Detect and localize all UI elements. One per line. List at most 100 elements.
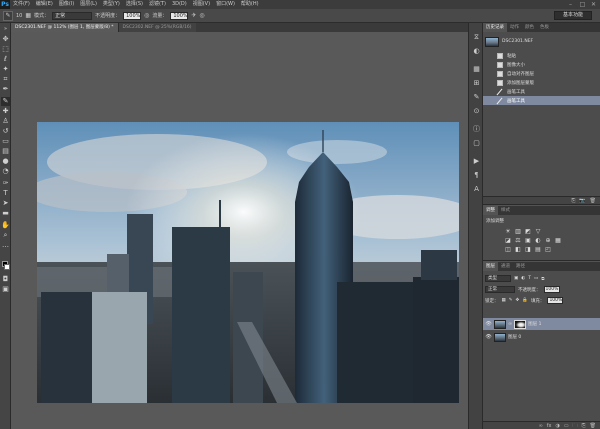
tab-history[interactable]: 历史记录 [483,23,507,32]
vibrance-icon[interactable]: ▽ [535,228,541,235]
pen-tool-icon[interactable]: ✑ [1,179,10,188]
menu-layer[interactable]: 图层(L) [77,0,100,9]
swatches-panel-icon[interactable]: ▦ [472,65,481,74]
brush-size-value[interactable]: 10 [16,13,22,19]
hand-tool-icon[interactable]: ✋ [1,221,10,230]
type-tool-icon[interactable]: T [1,189,10,198]
healing-tool-icon[interactable]: ✚ [1,107,10,116]
history-item-selected[interactable]: 画笔工具 [483,96,600,105]
document-tab-active[interactable]: DSC2301.NEF @ 112% (图层 1, 图层蒙版/8) * [11,23,118,32]
info-panel-icon[interactable]: ⓘ [472,125,481,134]
menu-image[interactable]: 图像(I) [56,0,77,9]
history-snapshot[interactable]: DSC2301.NEF [485,34,598,49]
document-tab-inactive[interactable]: DSC2302.NEF @ 25%(RGB/16) [117,23,196,32]
shape-tool-icon[interactable]: ▬ [1,209,10,218]
brush-panel-icon[interactable]: ⊞ [472,79,481,88]
brush-preset-picker[interactable]: ✎ [3,10,13,21]
move-tool-icon[interactable]: ✥ [1,35,10,44]
invert-icon[interactable]: ◫ [505,246,511,253]
history-item[interactable]: 图像大小 [483,60,600,69]
history-item[interactable]: 自动对齐图层 [483,69,600,78]
layer-filter-select[interactable]: 类型 [485,275,511,282]
layer-mask-thumbnail[interactable] [514,319,527,329]
flow-field[interactable]: 100% [170,11,189,20]
levels-icon[interactable]: ▥ [515,228,521,235]
delete-state-icon[interactable]: 🗑 [590,197,596,204]
marquee-tool-icon[interactable]: ⬚ [1,45,10,54]
posterize-icon[interactable]: ◧ [515,246,521,253]
lasso-tool-icon[interactable]: ℓ [1,55,10,64]
menu-select[interactable]: 选择(S) [123,0,146,9]
quick-select-tool-icon[interactable]: ✦ [1,65,10,74]
menu-file[interactable]: 文件(F) [10,0,33,9]
workspace-switcher[interactable]: 基本功能 [554,11,592,20]
layer-row[interactable]: 👁 图层 0 [483,331,600,343]
tab-swatches[interactable]: 色板 [537,23,552,32]
menu-filter[interactable]: 滤镜(T) [146,0,169,9]
add-mask-icon[interactable]: ◑ [556,422,560,429]
fill-field[interactable]: 100% [547,297,564,304]
filter-shape-icon[interactable]: ▭ [534,276,538,281]
document-image[interactable] [37,122,459,403]
pressure-size-icon[interactable]: ◎ [199,12,204,19]
layer-row-selected[interactable]: 👁 ∞ 图层 1 [483,318,600,330]
dodge-tool-icon[interactable]: ◔ [1,167,10,176]
new-document-from-state-icon[interactable]: ⎘ [571,197,575,204]
gradient-map-icon[interactable]: ▤ [535,246,541,253]
photo-filter-icon[interactable]: ◐ [535,237,541,244]
link-chain-icon[interactable]: ∞ [508,321,512,327]
new-layer-icon[interactable]: ⎘ [582,422,586,429]
toolbox-collapse-icon[interactable]: » [1,25,10,34]
crop-tool-icon[interactable]: ⌗ [1,75,10,84]
menu-3d[interactable]: 3D(D) [169,0,190,9]
background-color-swatch[interactable] [4,264,10,270]
blend-mode-select[interactable]: 正常 [485,286,515,293]
history-item[interactable]: 粘贴 [483,51,600,60]
filter-adjustment-icon[interactable]: ◐ [521,276,525,281]
path-select-tool-icon[interactable]: ➤ [1,199,10,208]
history-item[interactable]: 画笔工具 [483,87,600,96]
hue-saturation-icon[interactable]: ◪ [505,237,511,244]
blur-tool-icon[interactable]: ● [1,157,10,166]
zoom-tool-icon[interactable]: ⌕ [1,231,10,240]
tab-styles[interactable]: 样式 [498,206,513,215]
navigator-panel-icon[interactable]: ▢ [472,139,481,148]
eyedropper-tool-icon[interactable]: ✒ [1,85,10,94]
history-item[interactable]: 添加图层蒙版 [483,78,600,87]
clone-source-icon[interactable]: ⊙ [472,107,481,116]
menu-window[interactable]: 窗口(W) [213,0,238,9]
menu-help[interactable]: 帮助(H) [238,0,262,9]
gradient-tool-icon[interactable]: ▤ [1,147,10,156]
brush-tool-icon[interactable]: ✎ [1,97,10,106]
pressure-opacity-icon[interactable]: ◎ [144,12,149,19]
paragraph-panel-icon[interactable]: ¶ [472,171,481,180]
airbrush-icon[interactable]: ✈ [191,12,196,19]
lock-position-icon[interactable]: ✥ [516,298,520,303]
screen-mode-icon[interactable]: ▣ [1,285,10,294]
close-button[interactable]: ✕ [588,0,599,9]
character-panel-icon[interactable]: A [472,185,481,194]
visibility-eye-icon[interactable]: 👁 [485,321,492,327]
mode-select[interactable]: 正常 [52,11,93,20]
menu-edit[interactable]: 编辑(E) [33,0,56,9]
tab-color[interactable]: 颜色 [522,23,537,32]
quick-mask-icon[interactable]: ◘ [1,275,10,284]
tab-channels[interactable]: 通道 [498,262,513,271]
visibility-eye-icon[interactable]: 👁 [485,334,492,340]
tab-layers[interactable]: 图层 [483,262,498,271]
history-brush-icon[interactable]: ↺ [1,127,10,136]
brightness-contrast-icon[interactable]: ☀ [505,228,511,235]
filter-smart-icon[interactable]: ⧉ [541,276,544,282]
filter-pixel-icon[interactable]: ▣ [514,276,518,281]
new-snapshot-icon[interactable]: 📷 [579,197,585,204]
new-fill-adjustment-icon[interactable]: ▭ [564,422,569,429]
tab-actions[interactable]: 动作 [507,23,522,32]
delete-layer-icon[interactable]: 🗑 [590,422,596,429]
curves-icon[interactable]: ◩ [525,228,531,235]
selective-color-icon[interactable]: ◰ [545,246,551,253]
link-layers-icon[interactable]: ∞ [539,422,543,429]
stamp-tool-icon[interactable]: ♙ [1,117,10,126]
brush-presets-icon[interactable]: ✎ [472,93,481,102]
color-panel-icon[interactable]: ◐ [472,47,481,56]
lock-pixels-icon[interactable]: ✎ [509,298,513,303]
